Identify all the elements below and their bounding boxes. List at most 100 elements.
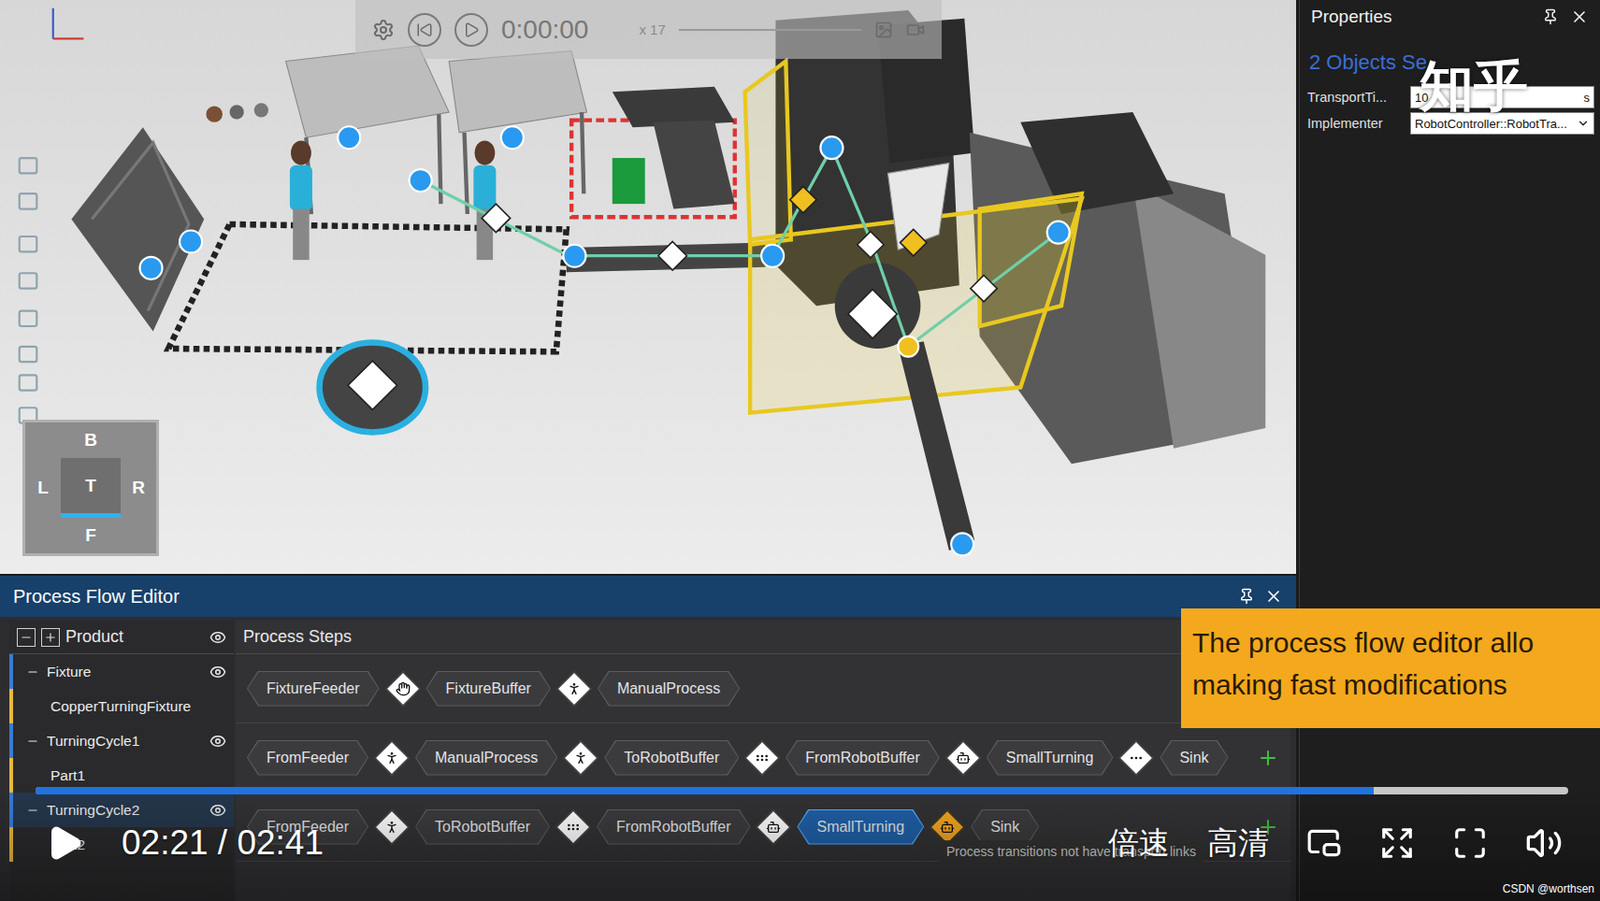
conveyor[interactable] — [897, 341, 975, 551]
cube-face-top[interactable]: T — [60, 458, 121, 519]
close-icon[interactable] — [1264, 587, 1283, 606]
record-icon[interactable] — [906, 20, 925, 40]
collapse-icon[interactable] — [26, 735, 40, 749]
process-step-label: ToRobotBuffer — [605, 741, 738, 776]
viewport[interactable]: 0:00:00 x 17 BLTRF — [0, 0, 1297, 575]
human-transition-icon — [384, 750, 400, 766]
transition-button[interactable] — [557, 671, 592, 707]
table[interactable] — [286, 45, 450, 138]
process-node[interactable] — [140, 257, 163, 280]
pin-icon[interactable] — [1238, 588, 1255, 606]
transition-marker-icon[interactable] — [481, 203, 511, 233]
table[interactable] — [448, 51, 587, 133]
play-button[interactable] — [454, 13, 489, 47]
transition-marker-icon[interactable] — [790, 187, 817, 214]
process-node[interactable] — [562, 245, 586, 268]
video-progress-fill — [35, 787, 1374, 795]
transition-button[interactable] — [385, 671, 420, 707]
process-node[interactable] — [179, 230, 202, 253]
process-step[interactable]: FromRobotBuffer — [785, 740, 939, 777]
process-step[interactable]: FromFeeder — [246, 740, 369, 777]
speed-slider[interactable] — [678, 28, 862, 31]
cube-face-right[interactable]: R — [120, 458, 157, 519]
transition-button[interactable] — [374, 740, 410, 776]
product-name: Fixture — [46, 663, 91, 681]
cube-face-back[interactable]: B — [60, 422, 121, 459]
visibility-icon[interactable] — [209, 733, 227, 750]
view-tool-icon[interactable] — [19, 158, 38, 173]
widescreen-icon[interactable] — [1379, 825, 1415, 862]
cube-face-left[interactable]: L — [25, 458, 61, 519]
visibility-icon[interactable] — [209, 663, 227, 681]
pip-icon[interactable] — [1306, 825, 1342, 862]
process-step[interactable]: ToRobotBuffer — [604, 740, 739, 777]
settings-icon[interactable] — [372, 18, 395, 42]
rewind-button[interactable] — [407, 13, 442, 47]
cube-face-front[interactable]: F — [60, 518, 121, 554]
collapse-all-button[interactable] — [16, 628, 36, 648]
view-tool-icon[interactable] — [19, 236, 38, 252]
steps-header: Process Steps — [235, 620, 1291, 655]
play-icon[interactable] — [44, 823, 85, 864]
sim-speed[interactable]: x 17 — [638, 21, 665, 38]
fullscreen-icon[interactable] — [1452, 825, 1488, 862]
process-node[interactable] — [897, 336, 919, 358]
operator-icon[interactable] — [473, 141, 496, 261]
caption-line: The process flow editor allo — [1192, 621, 1600, 664]
pin-icon[interactable] — [1542, 8, 1559, 26]
product-row[interactable]: TurningCycle1 — [9, 723, 234, 759]
quality-button[interactable]: 高清 — [1207, 822, 1269, 865]
bin[interactable] — [612, 158, 646, 204]
product-row[interactable]: Fixture — [9, 654, 234, 690]
transition-button[interactable] — [1119, 740, 1154, 776]
transition-marker-icon[interactable] — [848, 289, 897, 339]
video-progress[interactable] — [35, 787, 1569, 795]
process-step[interactable]: SmallTurning — [986, 740, 1114, 777]
speed-button[interactable]: 倍速 — [1108, 822, 1170, 865]
process-step-label: FixtureFeeder — [247, 672, 379, 707]
human-transition-icon — [573, 750, 589, 766]
transition-button[interactable] — [745, 740, 780, 776]
process-node[interactable] — [951, 533, 974, 556]
process-step[interactable]: FixtureBuffer — [426, 671, 551, 707]
collapse-icon[interactable] — [26, 665, 40, 679]
restricted-zone[interactable] — [571, 120, 736, 218]
process-node[interactable] — [820, 136, 843, 159]
transition-button[interactable] — [945, 740, 981, 776]
process-node[interactable] — [337, 126, 361, 149]
process-node[interactable] — [1047, 221, 1070, 245]
add-step-button[interactable] — [1256, 747, 1280, 770]
operator-icon[interactable] — [289, 141, 313, 261]
view-tool-icon[interactable] — [19, 193, 38, 209]
process-step[interactable]: ManualProcess — [597, 671, 740, 707]
process-step[interactable]: Sink — [1159, 740, 1228, 777]
process-node[interactable] — [501, 126, 524, 149]
close-icon[interactable] — [1570, 7, 1589, 27]
process-step[interactable]: FixtureFeeder — [246, 671, 380, 707]
transition-button[interactable] — [563, 740, 599, 776]
transition-marker-icon[interactable] — [347, 360, 397, 410]
transition-marker-icon[interactable] — [900, 229, 927, 256]
cube-corner — [25, 422, 61, 459]
view-cube[interactable]: BLTRF — [22, 419, 159, 557]
work-zone[interactable] — [168, 224, 567, 352]
transition-marker-icon[interactable] — [970, 274, 997, 302]
volume-icon[interactable] — [1525, 824, 1563, 863]
snapshot-icon[interactable] — [874, 20, 894, 40]
part-row[interactable]: CopperTurningFixture — [9, 689, 234, 724]
sim-time: 0:00:00 — [501, 14, 589, 45]
shelf[interactable] — [71, 127, 204, 332]
process-node[interactable] — [761, 245, 784, 268]
visibility-icon[interactable] — [209, 629, 227, 647]
expand-all-button[interactable] — [41, 628, 60, 648]
view-tool-icon[interactable] — [19, 273, 38, 289]
view-tool-icon[interactable] — [19, 374, 38, 390]
transition-marker-icon[interactable] — [857, 231, 884, 259]
transition-marker-icon[interactable] — [658, 241, 688, 271]
view-tool-icon[interactable] — [19, 311, 38, 327]
process-step[interactable]: ManualProcess — [415, 740, 558, 777]
view-tool-icon[interactable] — [19, 346, 38, 362]
operator-station[interactable] — [319, 342, 426, 433]
scene-3d-view[interactable] — [0, 0, 1297, 575]
process-node[interactable] — [409, 169, 433, 192]
